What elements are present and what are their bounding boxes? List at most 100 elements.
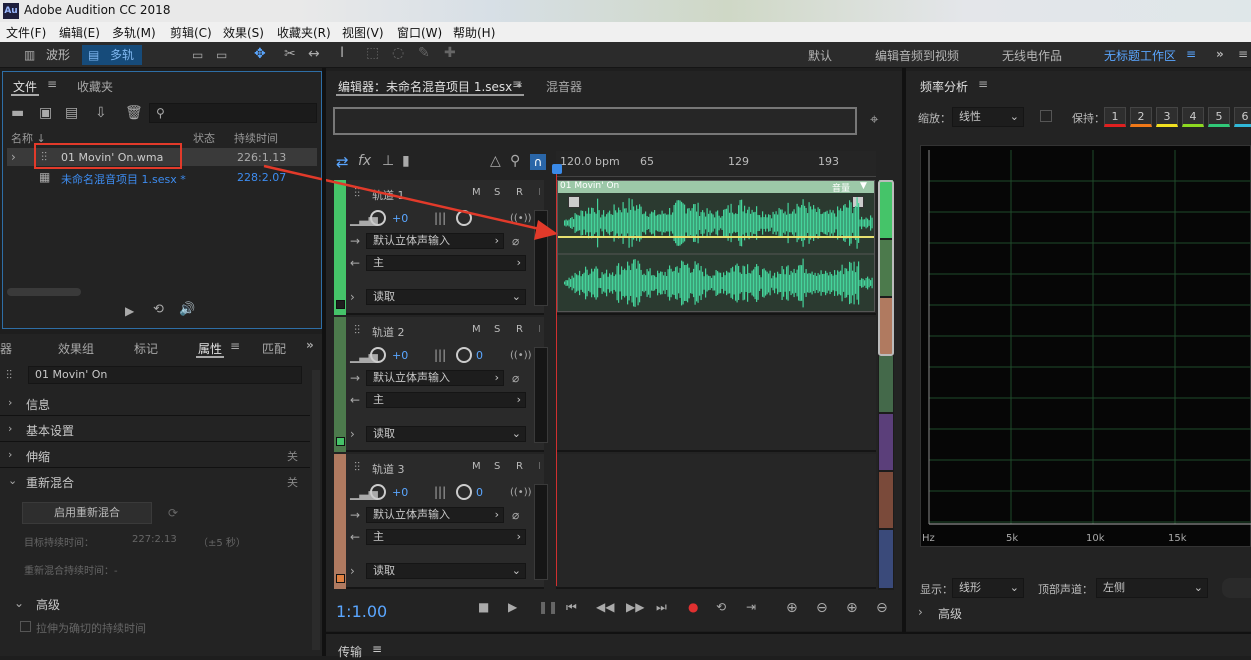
track-2-volume[interactable]: +0 bbox=[392, 349, 408, 362]
menu-edit[interactable]: 编辑(E) bbox=[59, 24, 100, 41]
track-3-name[interactable]: 轨道 3 bbox=[372, 461, 405, 477]
zoom-out-time-icon[interactable]: ⊖ bbox=[876, 600, 888, 616]
scan-button[interactable] bbox=[1222, 578, 1251, 598]
track-2-pan-knob[interactable] bbox=[456, 347, 472, 363]
workspace-menu-more-icon[interactable]: ≡ bbox=[1238, 47, 1248, 61]
tab-transport[interactable]: 传输 bbox=[338, 643, 362, 660]
panel-divider[interactable] bbox=[322, 68, 326, 656]
workspace-default[interactable]: 默认 bbox=[808, 47, 832, 64]
menu-effects[interactable]: 效果(S) bbox=[223, 24, 264, 41]
tab-effects-rack[interactable]: 效果组 bbox=[58, 340, 94, 357]
menu-multitrack[interactable]: 多轨(M) bbox=[112, 24, 156, 41]
track-2-mute[interactable]: M bbox=[472, 324, 481, 335]
zoom-select[interactable]: 线性 ⌄ bbox=[952, 107, 1024, 127]
panel-overflow-icon[interactable]: » bbox=[306, 338, 314, 352]
track-2-input-monitor[interactable]: I bbox=[538, 324, 541, 335]
nav-viewport[interactable] bbox=[878, 180, 894, 356]
menu-view[interactable]: 视图(V) bbox=[342, 24, 384, 41]
track-navigator[interactable] bbox=[878, 180, 894, 590]
spectral-pitch-icon[interactable]: ▭ bbox=[216, 48, 227, 62]
fast-forward-icon[interactable]: ▶▶ bbox=[626, 600, 644, 614]
skip-start-icon[interactable]: ⏮ bbox=[566, 600, 577, 615]
waveform-view-button[interactable]: ▥ 波形 bbox=[20, 45, 78, 65]
hold-button-2[interactable]: 2 bbox=[1130, 107, 1152, 127]
spectral-freq-icon[interactable]: ▭ bbox=[192, 48, 203, 62]
tab-frequency-analysis[interactable]: 频率分析 bbox=[920, 78, 968, 95]
section-info[interactable]: › 信息 bbox=[0, 390, 310, 416]
track-2-input-select[interactable]: 默认立体声输入 › bbox=[366, 370, 504, 386]
track-2-pan[interactable]: 0 bbox=[476, 349, 483, 362]
zoom-out-amplitude-icon[interactable]: ⊖ bbox=[816, 600, 828, 616]
zoom-in-time-icon[interactable]: ⊕ bbox=[846, 600, 858, 616]
workspace-overflow-icon[interactable]: » bbox=[1216, 47, 1224, 61]
brush-tool-icon[interactable]: ✎ bbox=[418, 46, 430, 60]
record-icon[interactable]: ● bbox=[688, 600, 698, 614]
audio-clip[interactable]: 01 Movin' On 音量 ▼ bbox=[557, 180, 875, 312]
tab-properties[interactable]: 属性 bbox=[198, 340, 222, 357]
workspace-menu-icon[interactable]: ≡ bbox=[1186, 47, 1196, 61]
top-channel-select[interactable]: 左侧 ⌄ bbox=[1096, 578, 1208, 598]
tab-editor[interactable]: 编辑器：未命名混音项目 1.sesx * bbox=[338, 78, 522, 95]
play-button-icon[interactable]: ▶ bbox=[508, 600, 517, 614]
new-file-icon[interactable]: ▤ bbox=[65, 106, 78, 120]
skip-end-icon[interactable]: ⏭ bbox=[656, 600, 667, 615]
track-2-output-select[interactable]: 主 › bbox=[366, 392, 526, 408]
menu-window[interactable]: 窗口(W) bbox=[397, 24, 442, 41]
frequency-menu-icon[interactable]: ≡ bbox=[978, 77, 988, 91]
tab-mixer[interactable]: 混音器 bbox=[546, 78, 582, 95]
clip-header[interactable]: 01 Movin' On 音量 ▼ bbox=[558, 181, 874, 194]
playhead-line[interactable] bbox=[556, 174, 557, 586]
track-3-input-monitor[interactable]: I bbox=[538, 461, 541, 472]
phase-icon[interactable]: ⌀ bbox=[512, 508, 519, 522]
mono-stereo-icon[interactable]: ((•)) bbox=[510, 349, 532, 363]
refresh-icon[interactable]: ⟳ bbox=[168, 506, 178, 520]
autoplay-icon[interactable]: 🔊 bbox=[179, 303, 195, 317]
import-file-icon[interactable]: ▣ bbox=[39, 106, 52, 120]
track-1-select[interactable] bbox=[336, 300, 345, 309]
chevron-right-icon[interactable]: › bbox=[350, 427, 355, 441]
tab-files[interactable]: 文件 bbox=[13, 78, 37, 95]
track-3-volume[interactable]: +0 bbox=[392, 486, 408, 499]
track-3-input-select[interactable]: 默认立体声输入 › bbox=[366, 507, 504, 523]
editor-menu-icon[interactable]: ≡ bbox=[512, 77, 522, 91]
timeline-ruler[interactable]: 120.0 bpm 65 129 193 bbox=[556, 151, 876, 177]
phase-icon[interactable]: ⌀ bbox=[512, 371, 519, 385]
column-status[interactable]: 状态 bbox=[193, 130, 215, 146]
loop-icon[interactable]: ⟲ bbox=[153, 303, 164, 317]
workspace-untitled[interactable]: 无标题工作区 bbox=[1104, 47, 1176, 64]
tab-effects[interactable]: 器 bbox=[0, 340, 12, 357]
spectrum-advanced[interactable]: 高级 bbox=[938, 605, 962, 622]
healing-tool-icon[interactable]: ✚ bbox=[444, 46, 456, 60]
menu-favorites[interactable]: 收藏夹(R) bbox=[277, 24, 331, 41]
track-2-solo[interactable]: S bbox=[494, 324, 500, 335]
hold-button-4[interactable]: 4 bbox=[1182, 107, 1204, 127]
move-tool-icon[interactable]: ✥ bbox=[254, 47, 266, 61]
hold-button-3[interactable]: 3 bbox=[1156, 107, 1178, 127]
tab-match[interactable]: 匹配 bbox=[262, 340, 286, 357]
menu-help[interactable]: 帮助(H) bbox=[453, 24, 495, 41]
rewind-icon[interactable]: ◀◀ bbox=[596, 600, 614, 614]
razor-tool-icon[interactable]: ✂ bbox=[284, 47, 296, 61]
section-remix[interactable]: ⌄ 重新混合 关 bbox=[0, 468, 310, 494]
track-2-name[interactable]: 轨道 2 bbox=[372, 324, 405, 340]
lasso-tool-icon[interactable]: ◌ bbox=[392, 46, 404, 60]
track-3-solo[interactable]: S bbox=[494, 461, 500, 472]
clip-name-field[interactable]: 01 Movin' On bbox=[28, 366, 302, 384]
slip-tool-icon[interactable]: ↔ bbox=[308, 47, 320, 61]
multitrack-view-button[interactable]: ▤ 多轨 bbox=[82, 45, 142, 65]
time-selection-tool-icon[interactable]: I bbox=[340, 46, 344, 60]
chevron-right-icon[interactable]: › bbox=[350, 290, 355, 304]
track-3-pan-knob[interactable] bbox=[456, 484, 472, 500]
track-3-pan[interactable]: 0 bbox=[476, 486, 483, 499]
track-3-volume-knob[interactable] bbox=[370, 484, 386, 500]
horizontal-scrollbar[interactable] bbox=[7, 288, 81, 296]
log-checkbox[interactable] bbox=[1040, 110, 1052, 122]
track-2-record[interactable]: R bbox=[516, 324, 523, 335]
chevron-down-icon[interactable]: ⌄ bbox=[14, 596, 24, 610]
tab-favorites[interactable]: 收藏夹 bbox=[77, 78, 113, 95]
enable-remix-button[interactable]: 启用重新混合 bbox=[22, 502, 152, 524]
time-display[interactable]: 1:1.00 bbox=[336, 602, 387, 621]
hold-button-5[interactable]: 5 bbox=[1208, 107, 1230, 127]
menu-clip[interactable]: 剪辑(C) bbox=[170, 24, 212, 41]
track-3-output-select[interactable]: 主 › bbox=[366, 529, 526, 545]
